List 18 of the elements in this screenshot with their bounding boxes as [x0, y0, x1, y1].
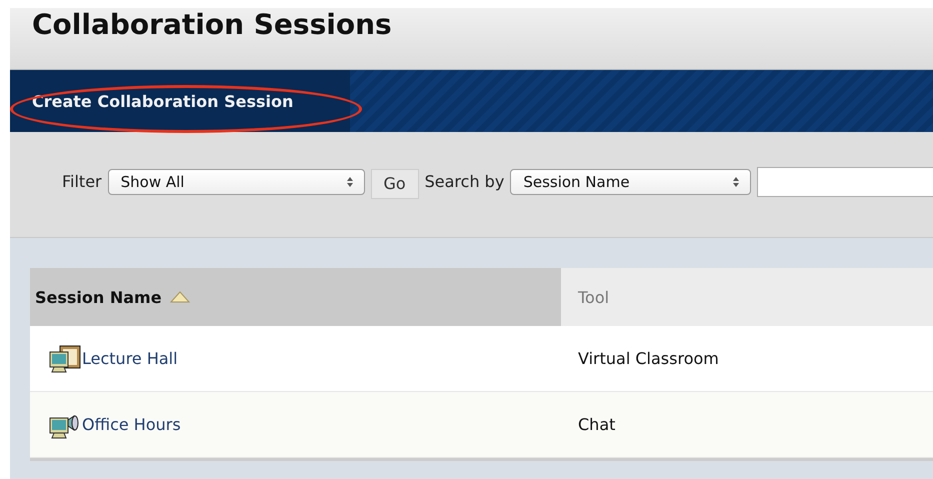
computer-screen-icon: [48, 344, 82, 374]
go-button[interactable]: Go: [370, 168, 419, 198]
session-link[interactable]: Office Hours: [82, 415, 181, 434]
column-header[interactable]: Tool: [561, 268, 933, 326]
search-by-dropdown[interactable]: Session Name: [510, 168, 752, 194]
up-down-arrows-icon: [732, 176, 740, 188]
filter-dropdown[interactable]: Show All: [108, 168, 365, 194]
page-title: Collaboration Sessions: [32, 8, 393, 42]
sort-ascending-icon: [170, 291, 190, 303]
up-down-arrows-icon: [346, 176, 354, 188]
tool-cell: Virtual Classroom: [578, 349, 719, 368]
column-header[interactable]: Session Name: [30, 268, 561, 326]
tool-cell: Chat: [578, 415, 616, 434]
filter-label: Filter: [62, 172, 102, 191]
search-by-label: Search by: [424, 172, 504, 191]
create-session-button[interactable]: Create Collaboration Session: [10, 70, 350, 132]
search-field[interactable]: [757, 166, 933, 196]
session-link[interactable]: Lecture Hall: [82, 349, 178, 368]
